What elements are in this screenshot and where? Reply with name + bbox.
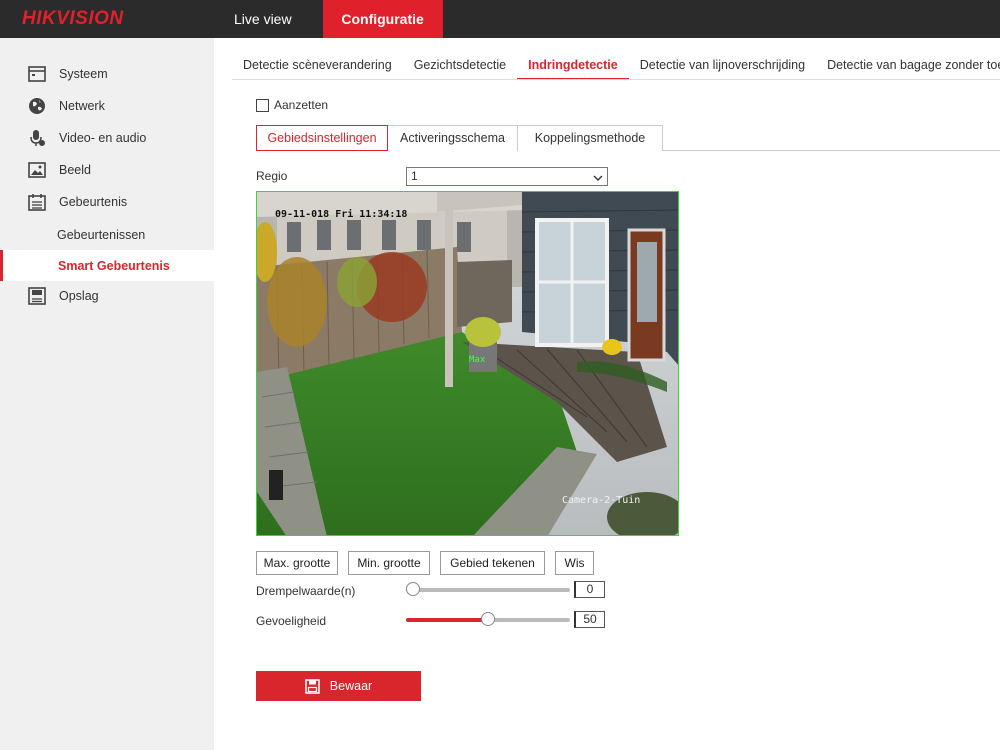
sidebar-item-network[interactable]: Netwerk [0, 90, 214, 122]
threshold-slider[interactable] [406, 582, 570, 596]
sidebar-item-video-audio[interactable]: Video- en audio [0, 122, 214, 154]
sidebar-item-label: Netwerk [59, 99, 105, 113]
threshold-label: Drempelwaarde(n) [256, 584, 356, 598]
osd-camera-name: Camera-2-Tuin [562, 495, 641, 506]
min-size-button[interactable]: Min. grootte [348, 551, 430, 575]
tab-scene-change-detection[interactable]: Detectie scèneverandering [232, 52, 403, 79]
top-navigation: Live view Configuratie [215, 0, 443, 38]
tab-unattended-baggage-detection[interactable]: Detectie van bagage zonder toezicht [816, 52, 1000, 79]
save-label: Bewaar [329, 679, 373, 693]
sensitivity-label: Gevoeligheid [256, 614, 327, 628]
region-select[interactable]: 1 [406, 167, 608, 186]
camera-scene [257, 192, 678, 535]
sidebar: Systeem Netwerk Video- en audio Beeld Ge… [0, 38, 214, 750]
top-bar: HIKVISION Live view Configuratie [0, 0, 1000, 38]
osd-timestamp: 09-11-018 Fri 11:34:18 [275, 209, 408, 220]
tab-line-crossing-detection[interactable]: Detectie van lijnoverschrijding [629, 52, 816, 79]
storage-icon [28, 287, 46, 305]
osd-max-label: Max [469, 355, 486, 365]
region-label: Regio [256, 169, 288, 183]
tab-live-view[interactable]: Live view [215, 0, 311, 38]
sidebar-item-label: Beeld [59, 163, 91, 177]
calendar-icon [28, 193, 46, 211]
monitor-icon [28, 65, 46, 83]
enable-row: Aanzetten [256, 98, 328, 112]
sidebar-item-label: Video- en audio [59, 131, 147, 145]
tab-face-detection[interactable]: Gezichtsdetectie [403, 52, 517, 79]
tab-arming-schedule[interactable]: Activeringsschema [388, 125, 518, 151]
sidebar-item-system[interactable]: Systeem [0, 58, 214, 90]
microphone-icon [28, 129, 46, 147]
sidebar-item-storage[interactable]: Opslag [0, 280, 214, 312]
globe-icon [28, 97, 46, 115]
sidebar-subitem-smart-event[interactable]: Smart Gebeurtenis [0, 250, 214, 281]
region-value: 1 [411, 169, 418, 183]
sensitivity-fill [406, 618, 488, 622]
camera-video-view[interactable]: 09-11-018 Fri 11:34:18 Max Camera-2-Tuin [256, 191, 679, 536]
detection-tabs: Detectie scèneverandering Gezichtsdetect… [232, 52, 1000, 80]
save-button[interactable]: Bewaar [256, 671, 421, 701]
enable-checkbox[interactable] [256, 98, 269, 112]
sidebar-item-label: Opslag [59, 289, 99, 303]
image-icon [28, 161, 46, 179]
tab-area-settings[interactable]: Gebiedsinstellingen [256, 125, 388, 151]
sensitivity-value[interactable]: 50 [574, 611, 605, 628]
sensitivity-slider[interactable] [406, 612, 570, 626]
settings-steps: Gebiedsinstellingen Activeringsschema Ko… [256, 125, 1000, 151]
sidebar-item-event[interactable]: Gebeurtenis [0, 186, 214, 218]
tab-configuration[interactable]: Configuratie [322, 0, 443, 38]
threshold-slider-handle[interactable] [406, 582, 420, 596]
enable-label: Aanzetten [274, 98, 329, 112]
sensitivity-slider-handle[interactable] [481, 612, 495, 626]
clear-button[interactable]: Wis [555, 551, 594, 575]
hikvision-logo: HIKVISION [22, 8, 124, 29]
sidebar-item-image[interactable]: Beeld [0, 154, 214, 186]
threshold-value[interactable]: 0 [574, 581, 605, 598]
floppy-disk-icon [305, 678, 320, 694]
chevron-down-icon [593, 171, 603, 188]
tab-intrusion-detection[interactable]: Indringdetectie [517, 52, 629, 79]
draw-area-button[interactable]: Gebied tekenen [440, 551, 545, 575]
sidebar-item-label: Gebeurtenis [59, 195, 128, 209]
sidebar-subitem-events[interactable]: Gebeurtenissen [0, 219, 214, 250]
sidebar-item-label: Systeem [59, 67, 108, 81]
max-size-button[interactable]: Max. grootte [256, 551, 338, 575]
tab-linkage-method[interactable]: Koppelingsmethode [518, 125, 663, 151]
